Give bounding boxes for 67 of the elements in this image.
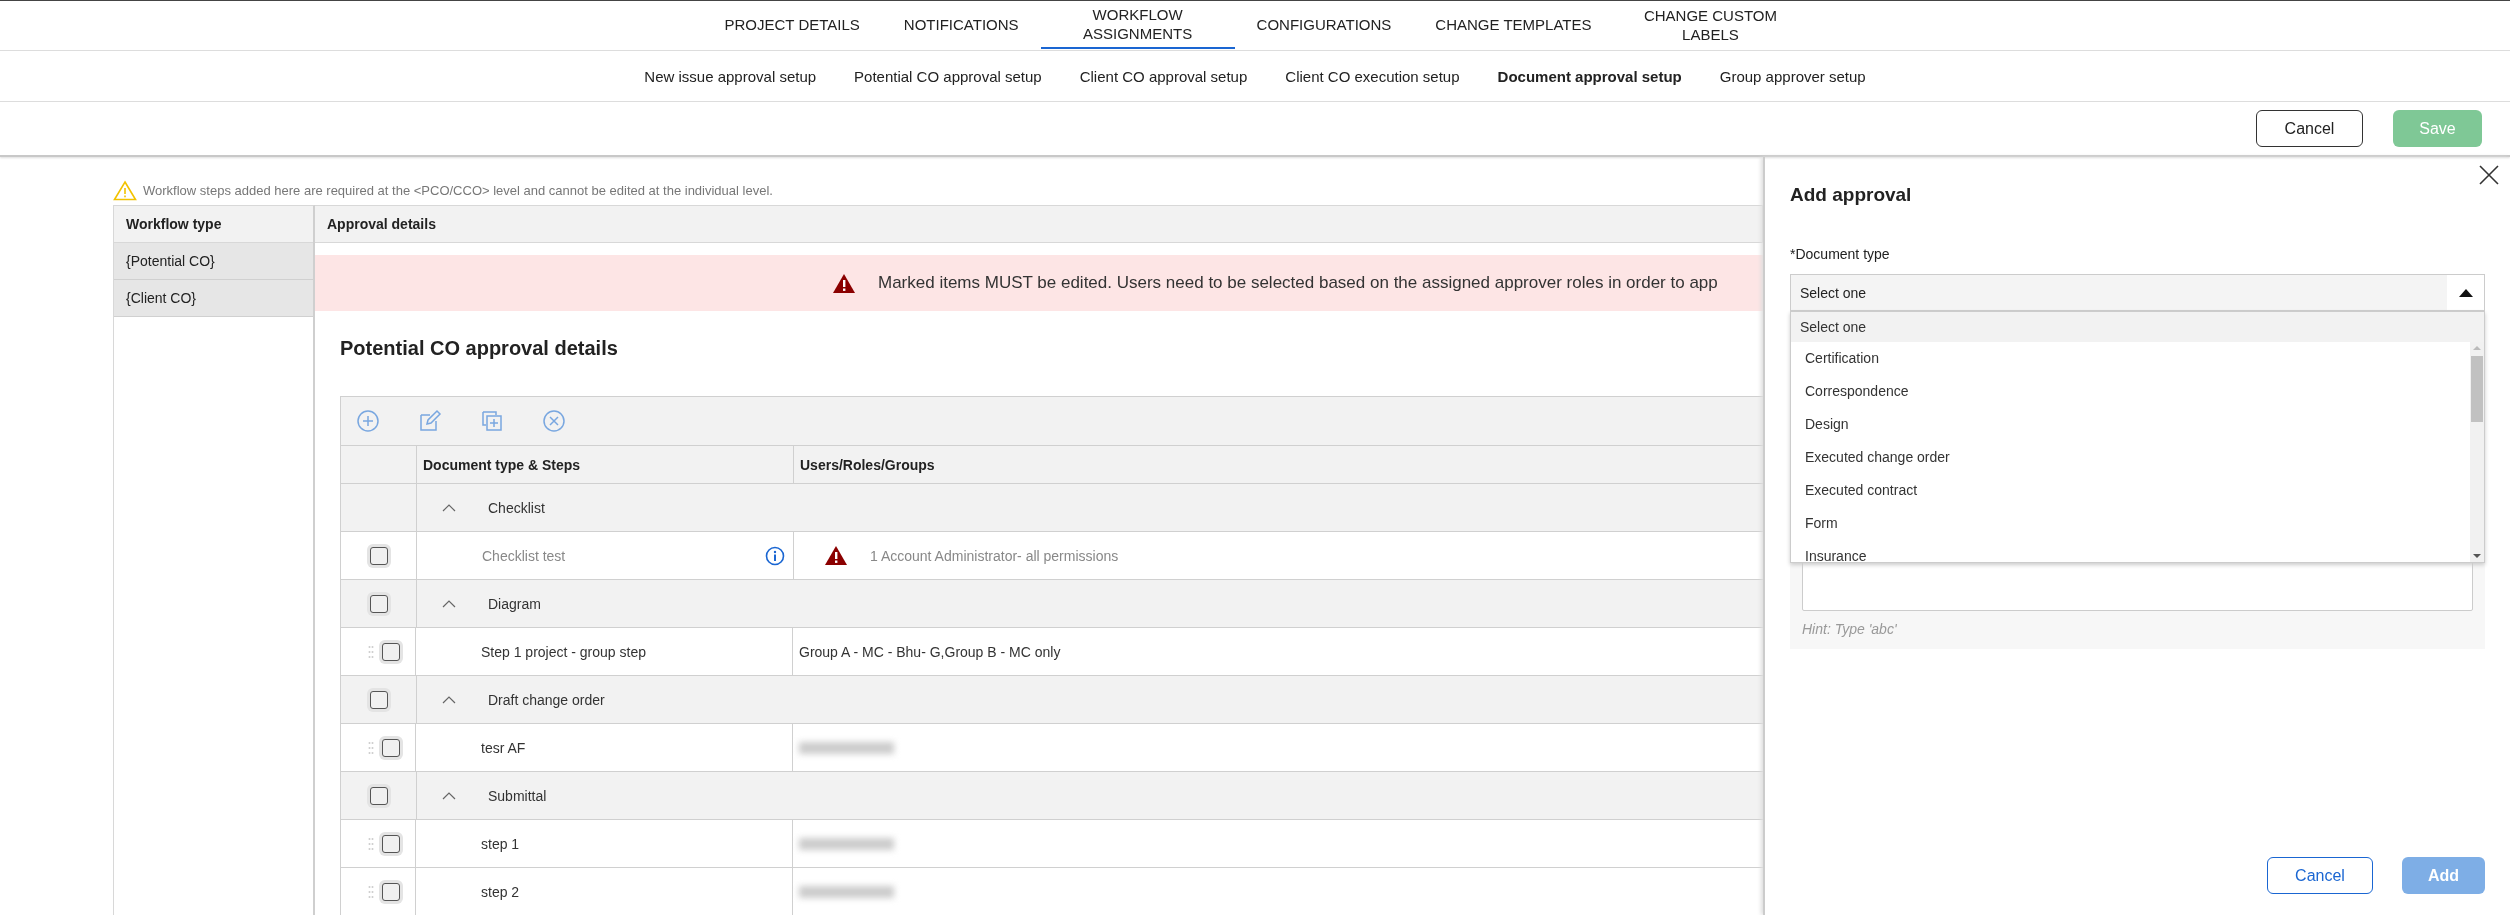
table-cell: Checklist test [482,547,566,564]
dropdown-option[interactable]: Design [1791,408,2470,441]
nav-tab[interactable]: CHANGE CUSTOM LABELS [1613,1,1808,50]
table-cell: Group A - MC - Bhu- G,Group B - MC only [799,643,1061,660]
sub-tab[interactable]: Client CO approval setup [1079,67,1248,85]
group-label: Checklist [488,499,545,516]
checkbox[interactable] [369,546,388,565]
hint-text: Hint: Type 'abc' [1802,620,1898,639]
group-label: Draft change order [488,691,605,708]
group-label: Diagram [488,595,541,612]
sub-tab[interactable]: Document approval setup [1497,67,1682,85]
collapse-icon[interactable] [442,695,456,704]
checkbox[interactable] [382,834,400,853]
warning-icon [113,179,137,201]
table-cell: step 1 [481,835,520,852]
notice-text: Workflow steps added here are required at the <PCO/CCO> level and cannot be edited at the individual level. [143,182,773,198]
group-label: Submittal [488,787,547,804]
collapse-icon[interactable] [442,791,456,800]
collapse-icon[interactable] [442,599,456,608]
column-header: Document type & Steps [417,446,794,483]
panel-title: Add approval [1790,184,1913,207]
info-icon [765,545,785,566]
checkbox[interactable] [382,882,400,901]
cancel-button[interactable]: Cancel [2267,857,2373,894]
checkbox[interactable] [382,642,400,661]
edit-icon [418,409,442,433]
nav-tab[interactable]: WORKFLOW ASSIGNMENTS [1040,1,1235,49]
dropdown-option[interactable]: Executed contract [1791,474,2470,507]
dropdown-option[interactable]: Correspondence [1791,375,2470,408]
table-cell: step 2 [481,883,520,900]
sub-tab[interactable]: Potential CO approval setup [854,67,1042,85]
checkbox[interactable] [369,690,388,709]
sub-tab[interactable]: Group approver setup [1719,67,1866,85]
close-icon[interactable] [2478,164,2500,186]
dropdown-option[interactable]: Form [1791,507,2470,540]
section-title: Potential CO approval details [340,337,619,361]
column-header: Users/Roles/Groups [799,455,936,475]
workflow-type-item[interactable]: {Client CO} [114,280,313,317]
field-label: *Document type [1790,246,1891,264]
dropdown-option[interactable]: Certification [1791,342,2470,375]
table-cell: 1 Account Administrator- all permissions [870,547,1119,564]
sub-tab[interactable]: Client CO execution setup [1285,67,1460,85]
warning-icon [832,272,856,294]
warning-icon [824,545,848,566]
dropdown-option[interactable]: Insurance [1791,540,2470,562]
section-header: Approval details [315,205,1763,243]
nav-tab[interactable]: CHANGE TEMPLATES [1413,1,1614,50]
dropdown-option[interactable]: Executed change order [1791,441,2470,474]
sub-tab[interactable]: New issue approval setup [644,67,817,85]
dropdown-option[interactable]: Select one [1791,312,2484,342]
checkbox[interactable] [369,786,388,805]
collapse-icon[interactable] [442,503,456,512]
table-cell: Step 1 project - group step [481,643,646,660]
table-cell: tesr AF [481,739,526,756]
remove-icon [542,409,566,433]
alert-text: Marked items MUST be edited. Users need to be selected based on the assigned approver roles in order to app [878,273,1718,293]
cancel-button[interactable]: Cancel [2256,110,2363,147]
workflow-type-item[interactable]: {Potential CO} [114,243,313,280]
nav-tab[interactable]: NOTIFICATIONS [881,1,1041,50]
document-type-select[interactable]: Select one [1790,274,2485,311]
add-icon [356,409,380,433]
nav-tab[interactable]: CONFIGURATIONS [1234,1,1414,50]
copy-icon [480,409,504,433]
checkbox[interactable] [369,594,388,613]
checkbox[interactable] [382,738,400,757]
nav-tab[interactable]: PROJECT DETAILS [702,1,882,50]
column-header: Workflow type [114,206,313,243]
